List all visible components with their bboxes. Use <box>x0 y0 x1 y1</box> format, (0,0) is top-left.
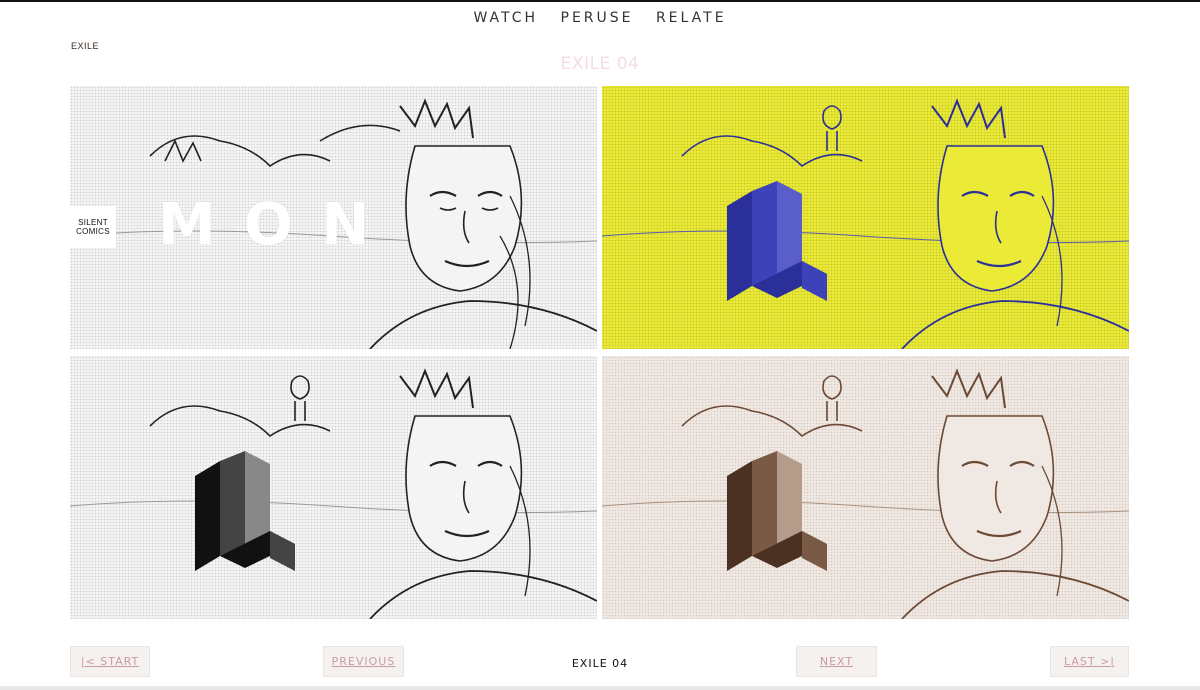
artwork-panel-yellow[interactable] <box>602 86 1129 349</box>
artwork-panel-gray-logo[interactable] <box>70 356 597 619</box>
illustration-sepia <box>602 368 1129 619</box>
logo-line-1: SILENT <box>78 218 108 227</box>
overlay-title-text: MON <box>158 190 398 258</box>
breadcrumb[interactable]: EXILE <box>71 41 99 51</box>
page-title: EXILE 04 <box>560 54 640 74</box>
nav-watch[interactable]: WATCH <box>473 10 538 26</box>
bottom-divider <box>0 686 1200 690</box>
image-grid: SILENT COMICS MON <box>70 86 1129 619</box>
top-border <box>0 0 1200 2</box>
artwork-panel-gray[interactable]: SILENT COMICS MON <box>70 86 597 349</box>
artwork-panel-sepia[interactable] <box>602 356 1129 619</box>
exile-logo-blue <box>727 181 827 301</box>
nav-relate[interactable]: RELATE <box>656 10 727 26</box>
logo-line-2: COMICS <box>76 227 110 236</box>
previous-button[interactable]: PREVIOUS <box>323 646 404 677</box>
illustration-gray-logo <box>70 368 597 619</box>
pagination: |< START PREVIOUS EXILE 04 NEXT LAST >| <box>0 646 1200 678</box>
nav-peruse[interactable]: PERUSE <box>561 10 634 26</box>
current-page-label: EXILE 04 <box>571 657 629 670</box>
next-button[interactable]: NEXT <box>796 646 877 677</box>
silent-comics-logo: SILENT COMICS <box>70 206 116 248</box>
exile-logo-sepia <box>727 451 827 571</box>
main-nav: WATCH PERUSE RELATE <box>0 9 1200 27</box>
illustration-yellow <box>602 98 1129 349</box>
exile-logo-black <box>195 451 295 571</box>
last-button[interactable]: LAST >| <box>1050 646 1129 677</box>
start-button[interactable]: |< START <box>70 646 150 677</box>
